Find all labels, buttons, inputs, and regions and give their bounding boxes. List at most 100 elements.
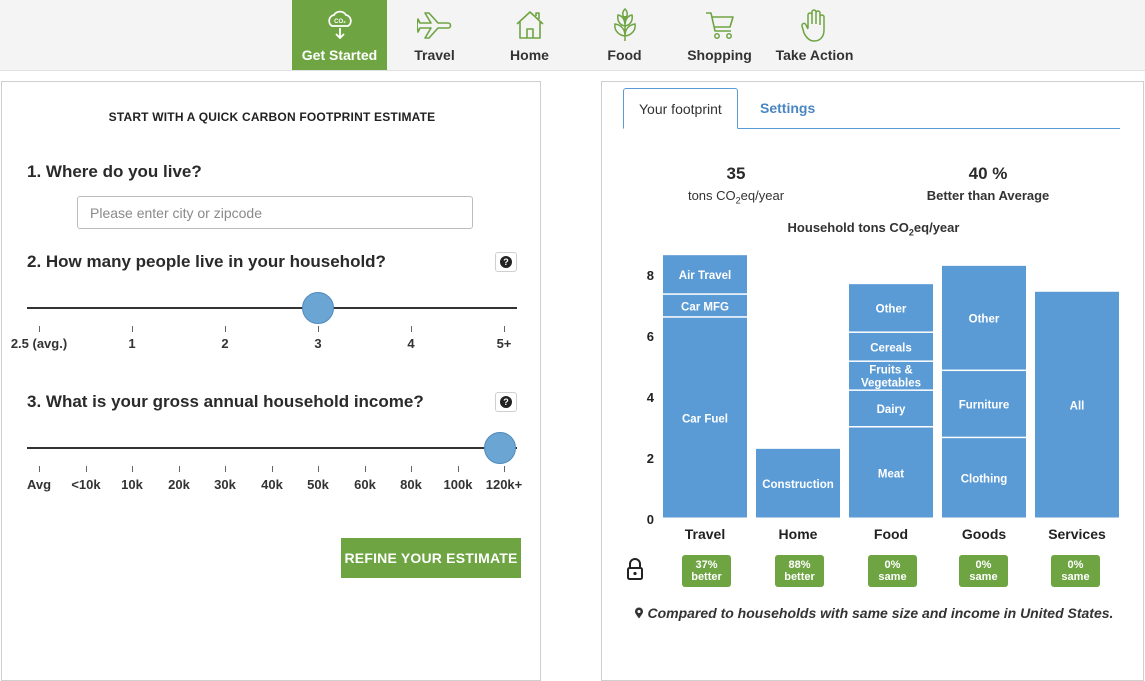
nav-food[interactable]: Food <box>577 0 672 70</box>
segment-label: Clothing <box>961 474 1008 486</box>
income-help-button[interactable]: ? <box>495 392 517 412</box>
nav-shopping[interactable]: Shopping <box>672 0 767 70</box>
y-tick-label: 2 <box>647 451 654 466</box>
cart-icon <box>672 8 767 42</box>
tick <box>365 466 366 472</box>
question-household-size: 2. How many people live in your househol… <box>27 252 386 271</box>
badge-status: same <box>878 571 907 583</box>
badge-status: same <box>969 571 998 583</box>
svg-text:CO₂: CO₂ <box>334 19 346 25</box>
lock-icon[interactable] <box>626 558 644 585</box>
comparison-badge: 0% same <box>959 555 1008 587</box>
segment-label: Dairy <box>877 404 906 416</box>
house-icon <box>482 8 577 42</box>
income-tick-label: 120k+ <box>485 477 523 492</box>
comparison-badge: 37% better <box>682 555 731 587</box>
household-tick-label: 1 <box>128 336 136 351</box>
nav-label: Take Action <box>775 47 854 63</box>
household-help-button[interactable]: ? <box>495 252 517 272</box>
badge-percent: 88% <box>788 559 811 571</box>
nav-take-action[interactable]: Take Action <box>767 0 862 70</box>
badge-percent: 0% <box>975 559 992 571</box>
badge-percent: 0% <box>1067 559 1084 571</box>
tick <box>225 326 226 332</box>
footprint-panel: Your footprint Settings 35 tons CO2eq/ye… <box>601 81 1144 681</box>
co2-cloud-icon: CO₂ <box>292 8 387 42</box>
tick <box>504 326 505 332</box>
tick <box>458 466 459 472</box>
badge-status: better <box>691 571 722 583</box>
top-nav: CO₂ Get Started Travel Home Food Shoppin… <box>0 0 1145 71</box>
segment-label: Construction <box>762 479 834 491</box>
segment-label: Car MFG <box>681 301 729 313</box>
tick <box>318 326 319 332</box>
household-slider-thumb[interactable] <box>302 292 334 324</box>
segment-label: Other <box>876 304 907 316</box>
comparison-badge: 88% better <box>775 555 824 587</box>
y-tick-label: 4 <box>647 390 655 405</box>
income-slider-track[interactable] <box>27 447 517 449</box>
tick <box>132 466 133 472</box>
household-tick-label: 2.5 (avg.) <box>10 336 68 351</box>
leaf-icon <box>577 8 672 42</box>
estimate-panel: START WITH A QUICK CARBON FOOTPRINT ESTI… <box>1 81 541 681</box>
question-income: 3. What is your gross annual household i… <box>27 392 424 411</box>
tick <box>411 326 412 332</box>
category-label: Goods <box>962 526 1007 542</box>
comparison-footnote: Compared to households with same size an… <box>602 605 1145 621</box>
nav-get-started[interactable]: CO₂ Get Started <box>292 0 387 70</box>
y-tick-label: 0 <box>647 512 654 527</box>
question-location: 1. Where do you live? <box>27 162 202 181</box>
household-tick-label: 2 <box>221 336 229 351</box>
section-heading: START WITH A QUICK CARBON FOOTPRINT ESTI… <box>108 110 436 124</box>
badge-percent: 37% <box>695 559 718 571</box>
household-tick-label: 5+ <box>496 336 512 351</box>
category-label: Home <box>779 526 818 542</box>
segment-label: Cereals <box>870 342 912 354</box>
category-label: Services <box>1048 526 1106 542</box>
category-label: Travel <box>685 526 725 542</box>
nav-label: Home <box>510 47 549 63</box>
household-slider-track[interactable] <box>27 307 517 309</box>
refine-estimate-button[interactable]: REFINE YOUR ESTIMATE <box>341 538 521 578</box>
comparison-badge: 0% same <box>1051 555 1100 587</box>
segment-label: Furniture <box>959 400 1009 412</box>
airplane-icon <box>387 8 482 42</box>
tick <box>39 466 40 472</box>
badge-status: same <box>1061 571 1090 583</box>
nav-label: Get Started <box>301 47 378 63</box>
segment-label: Fruits & Vegetables <box>861 364 921 389</box>
badge-status: better <box>784 571 815 583</box>
badge-percent: 0% <box>884 559 901 571</box>
tick <box>318 466 319 472</box>
nav-travel[interactable]: Travel <box>387 0 482 70</box>
help-icon: ? <box>500 396 512 408</box>
footprint-chart: 0 2 4 6 8 Car Fuel Car MFG Air Travel Travel Cons… <box>647 255 1119 542</box>
tick <box>272 466 273 472</box>
segment-label: Meat <box>878 468 904 480</box>
tick <box>86 466 87 472</box>
nav-label: Travel <box>414 47 455 63</box>
tick <box>179 466 180 472</box>
y-tick-label: 6 <box>647 329 654 344</box>
city-input[interactable] <box>77 196 473 229</box>
comparison-badge: 0% same <box>868 555 917 587</box>
tick <box>132 326 133 332</box>
y-tick-label: 8 <box>647 268 654 283</box>
tick <box>225 466 226 472</box>
nav-label: Food <box>607 47 642 63</box>
segment-label: Other <box>969 313 1000 325</box>
help-icon: ? <box>500 256 512 268</box>
segment-label: Air Travel <box>679 270 731 282</box>
map-pin-icon <box>634 605 648 621</box>
category-label: Food <box>874 526 908 542</box>
nav-home[interactable]: Home <box>482 0 577 70</box>
household-tick-label: 4 <box>407 336 415 351</box>
segment-label: All <box>1070 400 1085 412</box>
tick <box>504 466 505 472</box>
income-slider-thumb[interactable] <box>484 432 516 464</box>
tick <box>39 326 40 332</box>
hand-icon <box>767 8 862 42</box>
nav-label: Shopping <box>687 47 752 63</box>
tick <box>411 466 412 472</box>
